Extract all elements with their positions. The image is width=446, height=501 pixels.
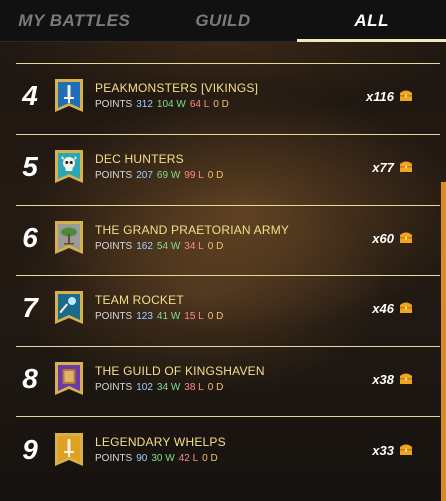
guild-stats: POINTS 123 41 W 15 L0 D xyxy=(95,311,227,322)
reward: x38 xyxy=(372,371,414,387)
gold-chest-icon xyxy=(398,442,414,458)
points-value: 162 xyxy=(136,241,153,252)
wins-value: 34 W xyxy=(156,382,181,393)
gold-chest-icon xyxy=(398,371,414,387)
gold-chest-icon xyxy=(398,159,414,175)
guild-name[interactable]: PEAKMONSTERS [VIKINGS] xyxy=(95,81,258,95)
guild-stats: POINTS 90 30 W 42 L0 D xyxy=(95,453,222,464)
tab-my-battles[interactable]: MY BATTLES xyxy=(0,0,149,41)
points-value: 123 xyxy=(136,311,153,322)
points-label: POINTS xyxy=(95,99,133,110)
book-banner-icon xyxy=(54,361,84,397)
guild-row[interactable]: 5 DEC HUNTERS POINTS 207 69 W 99 L0 D x77 xyxy=(0,132,440,202)
guild-row[interactable]: 6 THE GRAND PRAETORIAN ARMY POINTS 162 54 W3… xyxy=(0,203,440,273)
rank-number: 4 xyxy=(22,80,38,111)
guild-row[interactable]: 9 LEGENDARY WHELPS POINTS 90 30 W 42 L0 D x33 xyxy=(0,415,440,485)
sword-banner-icon xyxy=(54,432,84,468)
losses-value: 15 L xyxy=(184,311,204,322)
sword-banner-icon xyxy=(54,78,84,114)
scrollbar[interactable] xyxy=(441,182,446,501)
wins-value: 30 W xyxy=(151,453,175,464)
points-label: POINTS xyxy=(95,453,133,464)
guild-stats: POINTS 312 104 W 64 L0 D xyxy=(95,99,233,110)
skull-banner-icon xyxy=(54,149,84,185)
draws-value: 0 D xyxy=(207,311,224,322)
losses-value: 34 L xyxy=(184,241,204,252)
points-label: POINTS xyxy=(95,241,133,252)
losses-value: 42 L xyxy=(178,453,199,464)
points-value: 312 xyxy=(136,99,153,110)
wins-value: 69 W xyxy=(156,170,181,181)
guild-stats: POINTS 207 69 W 99 L0 D xyxy=(95,170,227,181)
reward: x60 xyxy=(372,230,414,246)
guild-name[interactable]: THE GUILD OF KINGSHAVEN xyxy=(95,364,265,378)
rank-number: 9 xyxy=(22,434,38,465)
reward: x46 xyxy=(372,300,414,316)
draws-value: 0 D xyxy=(213,99,229,110)
draws-value: 0 D xyxy=(207,170,224,181)
reward-multiplier: x38 xyxy=(372,371,394,387)
losses-value: 64 L xyxy=(189,99,210,110)
losses-value: 38 L xyxy=(184,382,204,393)
rank-number: 6 xyxy=(22,222,38,253)
tab-guild[interactable]: GUILD xyxy=(149,0,298,41)
guild-row[interactable]: 8 THE GUILD OF KINGSHAVEN POINTS 102 34 W 38 … xyxy=(0,344,440,414)
gold-chest-icon xyxy=(398,230,414,246)
reward: x33 xyxy=(372,442,414,458)
points-value: 90 xyxy=(136,453,148,464)
rank-number: 7 xyxy=(22,292,38,323)
reward-multiplier: x46 xyxy=(372,300,394,316)
guild-name[interactable]: LEGENDARY WHELPS xyxy=(95,435,226,449)
reward-multiplier: x116 xyxy=(366,88,394,104)
points-label: POINTS xyxy=(95,311,133,322)
guild-row[interactable]: 7 TEAM ROCKET POINTS 123 41 W 15 L0 D x46 xyxy=(0,273,440,343)
guild-name[interactable]: TEAM ROCKET xyxy=(95,293,184,307)
reward: x77 xyxy=(372,159,414,175)
wins-value: 54 W xyxy=(156,241,181,252)
tree-banner-icon xyxy=(54,220,84,256)
guild-row[interactable]: 4 PEAKMONSTERS [VIKINGS] POINTS 312 104 W 64 … xyxy=(0,61,440,131)
reward-multiplier: x33 xyxy=(372,442,394,458)
guild-name[interactable]: DEC HUNTERS xyxy=(95,152,184,166)
points-value: 102 xyxy=(136,382,153,393)
reward-multiplier: x77 xyxy=(372,159,394,175)
reward-multiplier: x60 xyxy=(372,230,394,246)
wand-banner-icon xyxy=(54,290,84,326)
gold-chest-icon xyxy=(398,300,414,316)
gold-chest-icon xyxy=(398,88,414,104)
points-value: 207 xyxy=(136,170,153,181)
rank-number: 8 xyxy=(22,363,38,394)
reward: x116 xyxy=(366,88,414,104)
wins-value: 104 W xyxy=(156,99,186,110)
tab-all[interactable]: ALL xyxy=(297,0,446,42)
guild-stats: POINTS 102 34 W 38 L0 D xyxy=(95,382,227,393)
draws-value: 0 D xyxy=(207,382,224,393)
points-label: POINTS xyxy=(95,170,133,181)
guild-stats: POINTS 162 54 W 34 L0 D xyxy=(95,241,227,252)
wins-value: 41 W xyxy=(156,311,181,322)
points-label: POINTS xyxy=(95,382,133,393)
rank-number: 5 xyxy=(22,151,38,182)
tab-bar: MY BATTLES GUILD ALL xyxy=(0,0,446,42)
guild-name[interactable]: THE GRAND PRAETORIAN ARMY xyxy=(95,223,289,237)
losses-value: 99 L xyxy=(184,170,204,181)
draws-value: 0 D xyxy=(207,241,224,252)
draws-value: 0 D xyxy=(202,453,218,464)
